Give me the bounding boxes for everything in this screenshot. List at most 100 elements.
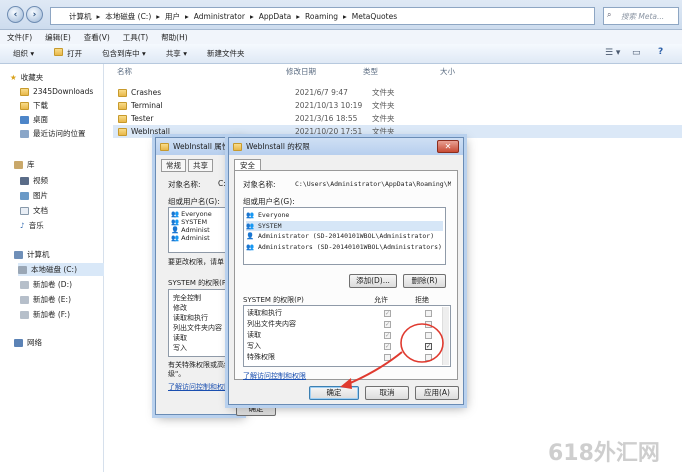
object-name-label: 对象名称: [243,180,276,189]
permissions-scrollbar[interactable] [442,307,449,365]
sidebar-item-videos[interactable]: 视频 [20,174,124,187]
column-name[interactable]: 名称 [117,66,132,77]
help-icon[interactable]: ? [658,47,663,57]
breadcrumb-c[interactable]: 本地磁盘 (C:) [105,11,151,22]
sidebar-favorites[interactable]: ★ 收藏夹 [10,71,114,84]
sidebar-item-drive-f[interactable]: 新加卷 (F:) [20,308,124,321]
column-size[interactable]: 大小 [440,66,455,77]
file-date: 2021/6/7 9:47 [295,88,348,97]
cancel-button[interactable]: 取消 [365,386,409,400]
deny-checkbox[interactable]: ✓ [425,342,432,350]
allow-checkbox[interactable]: ✓ [384,331,391,339]
access-control-link[interactable]: 了解访问控制和权限 [243,371,306,381]
permission-name: 列出文件夹内容 [247,320,296,328]
folder-icon [20,101,29,110]
sidebar-item-desktop[interactable]: 桌面 [20,113,124,126]
library-icon [14,160,23,169]
allow-checkbox[interactable] [384,353,391,361]
sidebar-item-drive-e[interactable]: 新加卷 (E:) [20,293,124,306]
breadcrumb-metaquotes[interactable]: MetaQuotes [352,12,397,21]
column-type[interactable]: 类型 [363,66,378,77]
deny-checkbox[interactable] [425,353,432,361]
sidebar-item-drive-c[interactable]: 本地磁盘 (C:) [18,263,104,276]
network-icon [14,338,23,347]
permission-row: 特殊权限 [247,352,452,362]
share-button[interactable]: 共享 ▾ [166,48,187,59]
list-item[interactable]: 👥 Administrators (SD-20140101WBOL\Admini… [246,242,443,253]
video-icon [20,176,29,185]
file-type: 文件夹 [372,127,395,136]
list-item-selected[interactable]: 👥 SYSTEM [246,220,443,231]
list-item[interactable]: 👥 Everyone [171,210,235,218]
desktop-icon [20,115,29,124]
pictures-icon [20,191,29,200]
apply-button[interactable]: 应用(A) [415,386,459,400]
allow-checkbox[interactable]: ✓ [384,320,391,328]
menu-tools[interactable]: 工具(T) [123,32,148,43]
sidebar-item-drive-d[interactable]: 新加卷 (D:) [20,278,124,291]
tab-general[interactable]: 常规 [161,159,186,172]
breadcrumb-computer[interactable]: 计算机 [69,11,92,22]
open-button[interactable]: 打开 [54,48,82,59]
back-button[interactable]: ‹ [7,6,24,23]
sidebar-item-documents[interactable]: 文档 [20,204,124,217]
address-input[interactable]: 计算机 ▸ 本地磁盘 (C:) ▸ 用户 ▸ Administrator ▸ AppDa… [50,7,595,25]
allow-checkbox[interactable]: ✓ [384,309,391,317]
sidebar-item-downloads[interactable]: 下载 [20,99,124,112]
menu-file[interactable]: 文件(F) [7,32,32,43]
deny-checkbox[interactable] [425,309,432,317]
drive-icon [20,310,29,319]
user-list[interactable]: 👥 Everyone 👥 SYSTEM 👤 Administrator (SD-… [243,207,446,265]
sidebar-computer[interactable]: 计算机 [14,248,118,261]
permission-row: 列出文件夹内容 ✓ [247,319,452,329]
permission-name: 写入 [173,344,187,352]
breadcrumb-users[interactable]: 用户 [165,11,180,22]
close-button[interactable]: ✕ [437,140,459,153]
sidebar-item-label: 新加卷 (E:) [33,295,72,304]
sidebar-item-label: 桌面 [33,115,48,124]
list-item[interactable]: 👥 Administ [171,234,235,242]
deny-checkbox[interactable] [425,320,432,328]
file-row[interactable]: Tester 2021/3/16 18:55 文件夹 [113,112,682,125]
menu-edit[interactable]: 编辑(E) [45,32,71,43]
view-options-icon[interactable]: ☰ ▾ [605,48,620,58]
permission-name: 读取 [173,334,187,342]
list-item[interactable]: 👥 Everyone [246,210,443,221]
permission-name: 完全控制 [173,294,201,302]
search-input[interactable]: 搜索 Meta... [603,7,679,25]
breadcrumb-appdata[interactable]: AppData [259,12,292,21]
menu-bar: 文件(F) 编辑(E) 查看(V) 工具(T) 帮助(H) [0,30,682,44]
tab-sharing[interactable]: 共享 [188,159,213,172]
add-button[interactable]: 添加(D)... [349,274,397,288]
preview-pane-icon[interactable]: ▭ [632,48,641,58]
new-folder-button[interactable]: 新建文件夹 [207,48,245,59]
sidebar-network[interactable]: 网络 [14,336,118,349]
breadcrumb-admin[interactable]: Administrator [194,12,245,21]
list-item[interactable]: 👥 SYSTEM [171,218,235,226]
computer-label: 计算机 [27,250,50,259]
sidebar-libraries[interactable]: 库 [14,158,118,171]
ok-button[interactable]: 确定 [309,386,359,400]
file-row[interactable]: Crashes 2021/6/7 9:47 文件夹 [113,86,682,99]
allow-checkbox[interactable]: ✓ [384,342,391,350]
column-date[interactable]: 修改日期 [286,66,316,77]
access-control-link[interactable]: 了解访问控制和权限 [168,382,231,392]
menu-view[interactable]: 查看(V) [84,32,110,43]
sidebar-item-pictures[interactable]: 图片 [20,189,124,202]
file-row[interactable]: Terminal 2021/10/13 10:19 文件夹 [113,99,682,112]
menu-help[interactable]: 帮助(H) [161,32,188,43]
user-name: Administrators (SD-20140101WBOL\Administ… [258,242,442,251]
forward-button[interactable]: › [26,6,43,23]
sidebar-item-music[interactable]: ♪ 音乐 [20,219,124,232]
folder-icon [118,127,127,136]
list-item[interactable]: 👤 Administ [171,226,235,234]
deny-checkbox[interactable] [425,331,432,339]
sidebar-item-recent[interactable]: 最近访问的位置 [20,127,124,140]
organize-button[interactable]: 组织 ▾ [13,48,34,59]
include-library-button[interactable]: 包含到库中 ▾ [102,48,146,59]
list-item[interactable]: 👤 Administrator (SD-20140101WBOL\Adminis… [246,231,443,242]
change-permissions-text: 要更改权限，请单 [168,258,224,266]
breadcrumb-roaming[interactable]: Roaming [305,12,338,21]
remove-button[interactable]: 删除(R) [403,274,446,288]
sidebar-item-downloads2345[interactable]: 2345Downloads [20,85,124,98]
